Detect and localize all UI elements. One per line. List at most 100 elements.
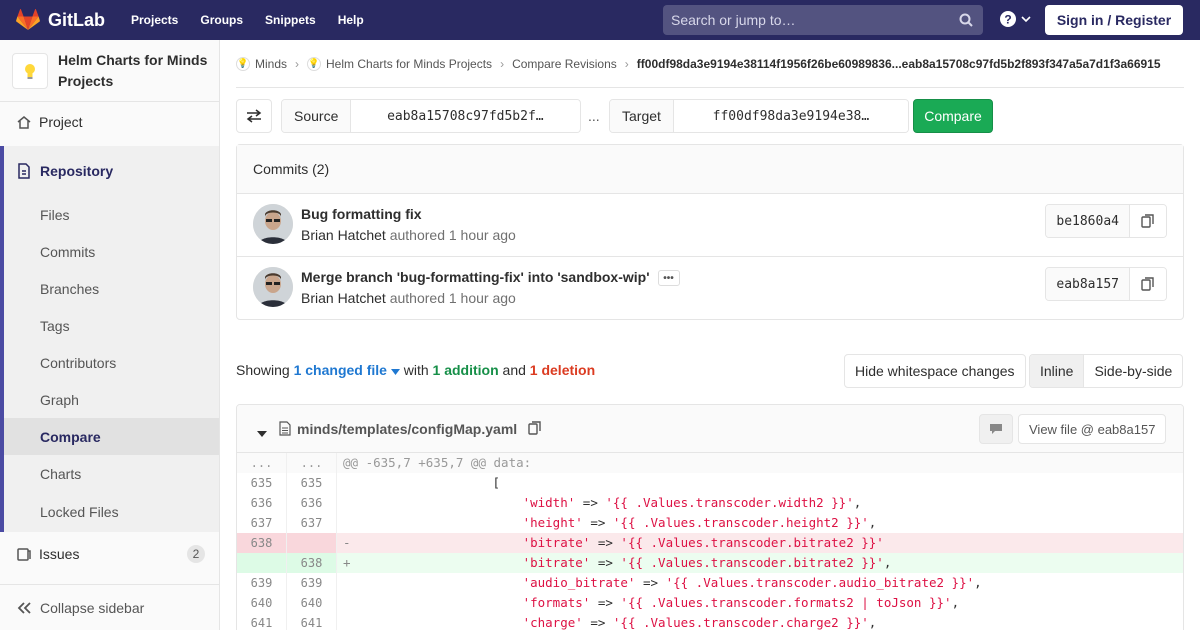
diff-line: 641 641 'charge' => '{{ .Values.transcode… [237,613,1183,630]
diff-line: 640 640 'formats' => '{{ .Values.transcod… [237,593,1183,613]
copy-sha-button[interactable] [1130,268,1166,300]
avatar[interactable] [253,267,293,307]
sidebar-item-branches[interactable]: Branches [4,270,219,307]
sidebar-item-contributors[interactable]: Contributors [4,344,219,381]
diff-table: ...... @@ -635,7 +635,7 @@ data: 635 635 [6… [237,453,1183,630]
lightbulb-icon [25,63,35,79]
diff-line: 635 635 [ [237,473,1183,493]
commit-author[interactable]: Brian Hatchet [301,290,386,306]
sign-in-button[interactable]: Sign in / Register [1045,5,1183,35]
caret-down-icon [390,369,400,375]
diff-marker: + [343,555,351,570]
changed-files-dropdown[interactable]: 1 changed file [294,362,400,378]
commit-author[interactable]: Brian Hatchet [301,227,386,243]
commit-title[interactable]: Bug formatting fix [301,206,422,222]
new-line-number[interactable] [287,533,337,553]
diff-marker [343,473,357,493]
sidebar-item-issues[interactable]: Issues 2 [0,532,219,576]
breadcrumb-current[interactable]: ff00df98da3e9194e38114f1956f26be60989836… [637,57,1161,71]
target-ref-group: Target ff00df98da3e9194e38… [609,99,909,133]
new-line-number[interactable]: 636 [287,493,337,513]
diff-code: 'audio_bitrate' => '{{ .Values.transcode… [337,573,1183,593]
file-path[interactable]: minds/templates/configMap.yaml [297,421,517,437]
commits-header: Commits (2) [237,145,1183,194]
new-line-number[interactable]: ... [287,453,337,473]
old-line-number[interactable]: ... [237,453,287,473]
sidebar-item-project[interactable]: Project [0,102,219,142]
gitlab-logo-link[interactable]: GitLab [16,0,105,40]
breadcrumb-project[interactable]: 💡 Helm Charts for Minds Projects [307,56,492,71]
svg-text:?: ? [1004,13,1011,27]
breadcrumb-section[interactable]: Compare Revisions [512,57,617,71]
commit-title-link[interactable]: Merge branch 'bug-formatting-fix' into '… [301,269,650,285]
old-line-number[interactable]: 640 [237,593,287,613]
sidebar-item-commits[interactable]: Commits [4,233,219,270]
old-line-number[interactable]: 636 [237,493,287,513]
collapse-file-button[interactable] [257,424,267,440]
new-line-number[interactable]: 637 [287,513,337,533]
sidebar-item-files[interactable]: Files [4,196,219,233]
hide-whitespace-button[interactable]: Hide whitespace changes [844,354,1026,388]
gitlab-wordmark: GitLab [48,9,105,30]
diff-code: + 'bitrate' => '{{ .Values.transcoder.bi… [337,553,1183,573]
sidebar-item-tags[interactable]: Tags [4,307,219,344]
view-file-button[interactable]: View file @ eab8a157 [1018,414,1167,444]
comment-icon [990,424,1002,434]
sidebar-item-repository[interactable]: Repository [4,146,219,196]
stats-with: with [403,362,429,378]
old-line-number[interactable]: 639 [237,573,287,593]
commit-sha[interactable]: be1860a4 [1046,205,1130,237]
search-icon [959,13,973,27]
nav-snippets[interactable]: Snippets [265,13,316,27]
home-icon [16,114,32,130]
gitlab-logo-icon [16,9,40,30]
old-line-number[interactable]: 635 [237,473,287,493]
inline-view-button[interactable]: Inline [1030,355,1085,387]
expand-description-button[interactable]: ••• [657,270,680,287]
old-line-number[interactable]: 641 [237,613,287,630]
diff-code: 'charge' => '{{ .Values.transcoder.charg… [337,613,1183,630]
commit-sha[interactable]: eab8a157 [1046,268,1130,300]
sidebar-item-charts[interactable]: Charts [4,455,219,492]
diff-file-header: minds/templates/configMap.yaml View file… [237,405,1183,453]
top-navbar: GitLab Projects Groups Snippets Help Sea… [0,0,1200,40]
sidebar-item-locked-files[interactable]: Locked Files [4,492,219,532]
diff-marker [343,613,357,630]
commit-meta: Brian Hatchet authored 1 hour ago [301,290,516,306]
target-label: Target [610,100,674,132]
target-ref-dropdown[interactable]: ff00df98da3e9194e38… [673,100,908,132]
breadcrumb-group[interactable]: 💡 Minds [236,56,287,71]
swap-revisions-button[interactable] [236,99,272,133]
copy-icon [1141,214,1154,228]
search-input[interactable]: Search or jump to… [663,5,983,35]
project-header[interactable]: Helm Charts for Minds Projects [0,40,219,102]
nav-groups[interactable]: Groups [200,13,243,27]
help-dropdown[interactable]: ? [1000,11,1031,27]
source-ref-dropdown[interactable]: eab8a15708c97fd5b2f… [351,100,580,132]
diff-view-toggle: Inline Side-by-side [1029,354,1184,388]
toggle-comments-button[interactable] [979,414,1013,444]
new-line-number[interactable]: 638 [287,553,337,573]
collapse-sidebar-button[interactable]: Collapse sidebar [0,584,219,630]
old-line-number[interactable] [237,553,287,573]
avatar[interactable] [253,204,293,244]
old-line-number[interactable]: 637 [237,513,287,533]
old-line-number[interactable]: 638 [237,533,287,553]
new-line-number[interactable]: 641 [287,613,337,630]
source-ref-group: Source eab8a15708c97fd5b2f… [281,99,581,133]
diff-line: 637 637 'height' => '{{ .Values.transcode… [237,513,1183,533]
new-line-number[interactable]: 635 [287,473,337,493]
copy-file-path-button[interactable] [528,421,542,438]
new-line-number[interactable]: 639 [287,573,337,593]
issues-icon [16,546,32,562]
new-line-number[interactable]: 640 [287,593,337,613]
diff-marker: - [343,535,351,550]
sidebar-item-graph[interactable]: Graph [4,381,219,418]
sidebar-item-compare[interactable]: Compare [4,418,219,455]
copy-sha-button[interactable] [1130,205,1166,237]
diff-marker [343,493,357,513]
nav-projects[interactable]: Projects [131,13,178,27]
compare-button[interactable]: Compare [913,99,993,133]
nav-help[interactable]: Help [338,13,364,27]
side-by-side-view-button[interactable]: Side-by-side [1084,355,1182,387]
